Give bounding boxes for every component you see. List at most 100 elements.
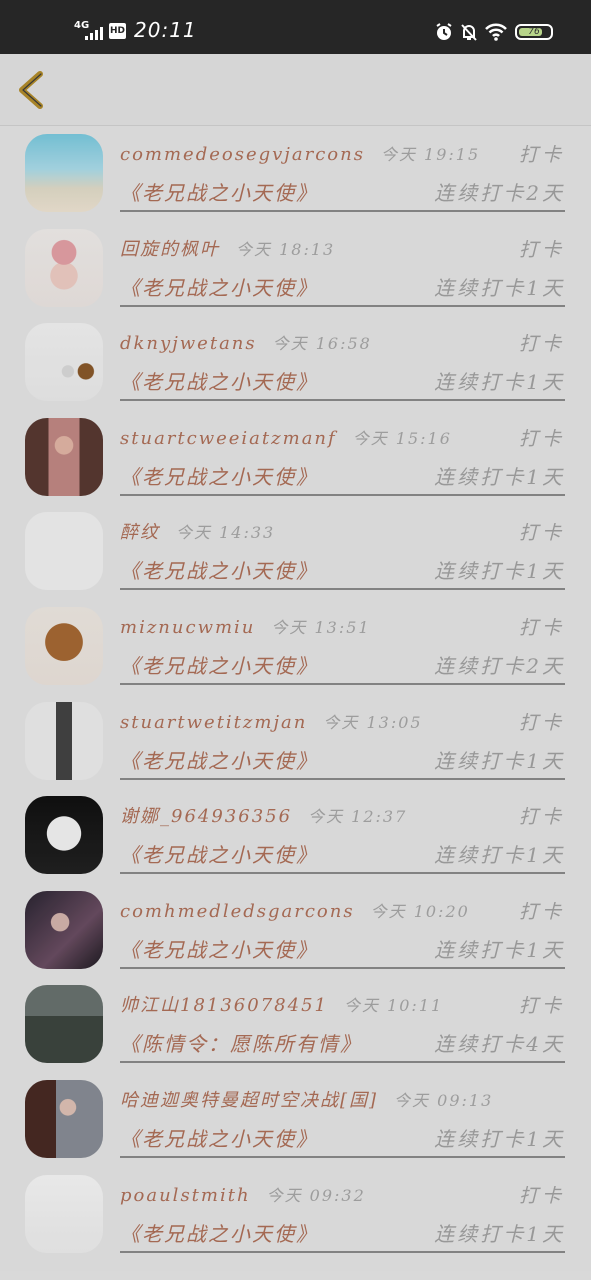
username[interactable]: poaulstmith <box>120 1185 251 1206</box>
timestamp: 今天 12:37 <box>308 807 408 827</box>
checkin-book-line: 《老兄战之小天使》 连续打卡1天 <box>120 1217 565 1253</box>
username[interactable]: 回旋的枫叶 <box>120 239 220 260</box>
streak-text: 连续打卡2天 <box>434 181 565 205</box>
list-item[interactable]: comhmedledsgarcons 今天 10:20 打卡 《老兄战之小天使》 连续打… <box>0 883 591 978</box>
book-title[interactable]: 《老兄战之小天使》 <box>120 559 318 583</box>
hd-badge: HD <box>109 23 126 39</box>
book-title[interactable]: 《老兄战之小天使》 <box>120 938 318 962</box>
checkin-header: 帅江山18136078451 今天 10:11 打卡 <box>120 989 565 1023</box>
avatar[interactable] <box>25 134 103 212</box>
checkin-book-line: 《老兄战之小天使》 连续打卡1天 <box>120 1122 565 1158</box>
book-title[interactable]: 《老兄战之小天使》 <box>120 181 318 205</box>
list-item[interactable]: dknyjwetans 今天 16:58 打卡 《老兄战之小天使》 连续打卡1天 <box>0 315 591 410</box>
timestamp: 今天 13:51 <box>271 617 371 637</box>
checkin-header: poaulstmith 今天 09:32 打卡 <box>120 1179 565 1213</box>
list-item[interactable]: commedeosegvjarcons 今天 19:15 打卡《老兄战之小天使》 连续… <box>0 126 591 221</box>
avatar[interactable] <box>25 512 103 591</box>
username[interactable]: comhmedledsgarcons <box>120 901 355 922</box>
username[interactable]: dknyjwetans <box>120 333 257 354</box>
avatar[interactable] <box>25 1174 103 1253</box>
mute-notification-icon <box>461 24 477 41</box>
checkin-label: 打卡 <box>518 144 565 166</box>
timestamp: 今天 10:20 <box>370 901 470 921</box>
wifi-icon <box>485 23 507 41</box>
list-item[interactable]: 哈迪迦奥特曼超时空决战[国] 今天 09:13 《老兄战之小天使》 连续打卡1天 <box>0 1072 591 1167</box>
streak-text: 连续打卡1天 <box>434 275 565 300</box>
avatar[interactable] <box>25 228 103 307</box>
username[interactable]: 哈迪迦奥特曼超时空决战[国] <box>120 1090 378 1111</box>
avatar[interactable] <box>25 417 103 496</box>
book-title[interactable]: 《老兄战之小天使》 <box>120 654 318 678</box>
avatar[interactable] <box>25 1079 103 1158</box>
streak-text: 连续打卡2天 <box>434 653 565 678</box>
timestamp: 今天 16:58 <box>272 334 372 354</box>
timestamp: 今天 13:05 <box>323 712 423 732</box>
list-item[interactable]: 谢娜_964936356 今天 12:37 打卡《老兄战之小天使》 连续打卡1天 <box>0 788 591 883</box>
username[interactable]: 醉纹 <box>120 522 160 543</box>
book-title[interactable]: 《老兄战之小天使》 <box>120 465 318 489</box>
list-item[interactable]: 醉纹 今天 14:33 打卡 《老兄战之小天使》 连续打卡1天 <box>0 504 591 599</box>
book-title[interactable]: 《陈情令：愿陈所有情》 <box>120 1032 362 1056</box>
avatar[interactable] <box>25 890 103 969</box>
book-title[interactable]: 《老兄战之小天使》 <box>120 276 318 300</box>
username[interactable]: stuartwetitzmjan <box>120 712 307 733</box>
username[interactable]: stuartcweeiatzmanf <box>120 428 337 449</box>
checkin-header: miznucwmiu 今天 13:51 打卡 <box>120 611 565 645</box>
list-item[interactable]: stuartcweeiatzmanf 今天 15:16 打卡 《老兄战之小天使》 连续打… <box>0 410 591 505</box>
avatar[interactable] <box>25 796 103 875</box>
avatar[interactable] <box>25 701 103 780</box>
timestamp: 今天 19:15 <box>380 145 481 164</box>
checkin-label: 打卡 <box>518 806 565 829</box>
checkin-header: 谢娜_964936356 今天 12:37 打卡 <box>120 800 565 834</box>
username[interactable]: 谢娜_964936356 <box>120 806 292 827</box>
alarm-icon <box>436 23 452 40</box>
header <box>0 54 591 126</box>
checkin-list: commedeosegvjarcons 今天 19:15 打卡 《老兄战之小天使》 连续… <box>0 126 591 1261</box>
battery-icon: 76 <box>515 24 553 40</box>
list-item[interactable]: 帅江山18136078451 今天 10:11 打卡《陈情令：愿陈所有情》 连续打卡4… <box>0 977 591 1072</box>
checkin-book-line: 《老兄战之小天使》 连续打卡2天 <box>120 176 565 212</box>
avatar[interactable] <box>25 985 103 1064</box>
list-item[interactable]: miznucwmiu 今天 13:51 打卡 《老兄战之小天使》 连续打卡2天 <box>0 599 591 694</box>
checkin-book-line: 《老兄战之小天使》 连续打卡1天 <box>120 271 565 307</box>
username[interactable]: commedeosegvjarcons <box>120 144 365 165</box>
book-title[interactable]: 《老兄战之小天使》 <box>120 843 318 867</box>
streak-text: 连续打卡4天 <box>434 1032 565 1057</box>
checkin-book-line: 《老兄战之小天使》 连续打卡1天 <box>120 744 565 780</box>
list-item[interactable]: stuartwetitzmjan 今天 13:05 打卡《老兄战之小天使》 连续打卡1… <box>0 694 591 789</box>
checkin-book-line: 《老兄战之小天使》 连续打卡1天 <box>120 554 565 591</box>
checkin-header: comhmedledsgarcons 今天 10:20 打卡 <box>120 895 565 929</box>
book-title[interactable]: 《老兄战之小天使》 <box>120 1127 318 1151</box>
streak-text: 连续打卡1天 <box>434 370 565 395</box>
checkin-book-line: 《老兄战之小天使》 连续打卡1天 <box>120 933 565 969</box>
status-bar: 4G HD 20:11 76 <box>0 0 591 54</box>
checkin-label: 打卡 <box>518 238 565 261</box>
checkin-header: 回旋的枫叶 今天 18:13 打卡 <box>120 233 565 267</box>
checkin-header: stuartcweeiatzmanf 今天 15:16 打卡 <box>120 422 565 456</box>
checkin-header: commedeosegvjarcons 今天 19:15 打卡 <box>120 138 565 172</box>
checkin-book-line: 《老兄战之小天使》 连续打卡1天 <box>120 365 565 402</box>
checkin-header: stuartwetitzmjan 今天 13:05 打卡 <box>120 706 565 740</box>
streak-text: 连续打卡1天 <box>434 1221 565 1246</box>
username[interactable]: miznucwmiu <box>120 617 255 638</box>
list-item[interactable]: 回旋的枫叶 今天 18:13 打卡《老兄战之小天使》 连续打卡1天 <box>0 221 591 316</box>
streak-text: 连续打卡1天 <box>434 559 565 584</box>
avatar[interactable] <box>25 323 103 402</box>
book-title[interactable]: 《老兄战之小天使》 <box>120 1222 318 1246</box>
timestamp: 今天 15:16 <box>352 428 452 448</box>
checkin-label: 打卡 <box>518 522 565 545</box>
avatar[interactable] <box>25 606 103 685</box>
username[interactable]: 帅江山18136078451 <box>120 995 328 1016</box>
signal-icon <box>85 24 105 40</box>
checkin-book-line: 《老兄战之小天使》 连续打卡1天 <box>120 460 565 496</box>
checkin-label: 打卡 <box>518 711 565 734</box>
book-title[interactable]: 《老兄战之小天使》 <box>120 370 318 394</box>
streak-text: 连续打卡1天 <box>434 937 565 962</box>
chevron-left-icon[interactable] <box>12 68 52 112</box>
checkin-header: dknyjwetans 今天 16:58 打卡 <box>120 327 565 361</box>
book-title[interactable]: 《老兄战之小天使》 <box>120 749 318 773</box>
streak-text: 连续打卡1天 <box>434 843 565 868</box>
battery-percent: 76 <box>528 27 540 37</box>
list-item[interactable]: poaulstmith 今天 09:32 打卡《老兄战之小天使》 连续打卡1天 <box>0 1167 591 1262</box>
timestamp: 今天 09:13 <box>394 1090 494 1110</box>
